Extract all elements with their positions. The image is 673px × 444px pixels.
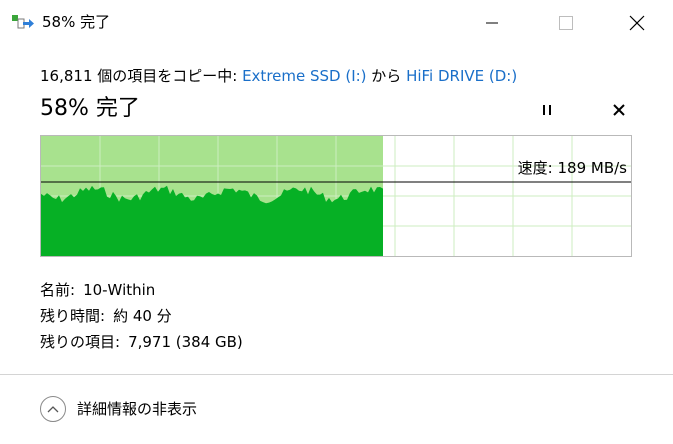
destination-link[interactable]: HiFi DRIVE (D:) — [406, 67, 517, 85]
time-remaining-value: 約 40 分 — [113, 307, 172, 325]
copy-middle: から — [366, 67, 407, 85]
window-close-button[interactable] — [614, 0, 660, 45]
fewer-details-toggle[interactable]: 詳細情報の非表示 — [40, 396, 197, 422]
speed-label: 速度: 189 MB/s — [517, 159, 627, 177]
name-row: 名前: 10-Within — [40, 277, 243, 303]
name-value: 10-Within — [83, 281, 156, 299]
progress-percent-title: 58% 完了 — [40, 96, 140, 121]
name-label: 名前: — [40, 281, 76, 299]
minimize-icon — [486, 22, 498, 23]
close-icon — [613, 104, 625, 116]
pause-icon — [543, 105, 551, 115]
maximize-button[interactable] — [543, 0, 589, 45]
items-remaining-row: 残りの項目: 7,971 (384 GB) — [40, 329, 243, 355]
title-bar: 58% 完了 — [0, 0, 673, 45]
fewer-details-label: 詳細情報の非表示 — [77, 400, 198, 418]
items-remaining-label: 残りの項目: — [40, 333, 121, 351]
items-remaining-value: 7,971 (384 GB) — [128, 333, 243, 351]
copy-summary: 16,811 個の項目をコピー中: Extreme SSD (I:) から Hi… — [40, 66, 517, 86]
transfer-speed-graph: 速度: 189 MB/s — [40, 135, 632, 257]
minimize-button[interactable] — [469, 0, 515, 45]
source-link[interactable]: Extreme SSD (I:) — [242, 67, 366, 85]
close-icon — [629, 15, 645, 30]
maximize-icon — [559, 15, 573, 30]
time-remaining-label: 残り時間: — [40, 307, 106, 325]
window-title: 58% 完了 — [42, 13, 111, 31]
footer: 詳細情報の非表示 — [0, 375, 673, 444]
copy-prefix: 16,811 個の項目をコピー中: — [40, 67, 243, 85]
chevron-up-icon — [40, 396, 66, 422]
copy-transfer-icon — [12, 13, 34, 31]
details-panel: 名前: 10-Within 残り時間: 約 40 分 残りの項目: 7,971 (38… — [40, 277, 243, 355]
speed-graph-canvas — [41, 136, 631, 256]
time-remaining-row: 残り時間: 約 40 分 — [40, 303, 243, 329]
cancel-button[interactable] — [609, 100, 629, 120]
pause-button[interactable] — [537, 100, 557, 120]
